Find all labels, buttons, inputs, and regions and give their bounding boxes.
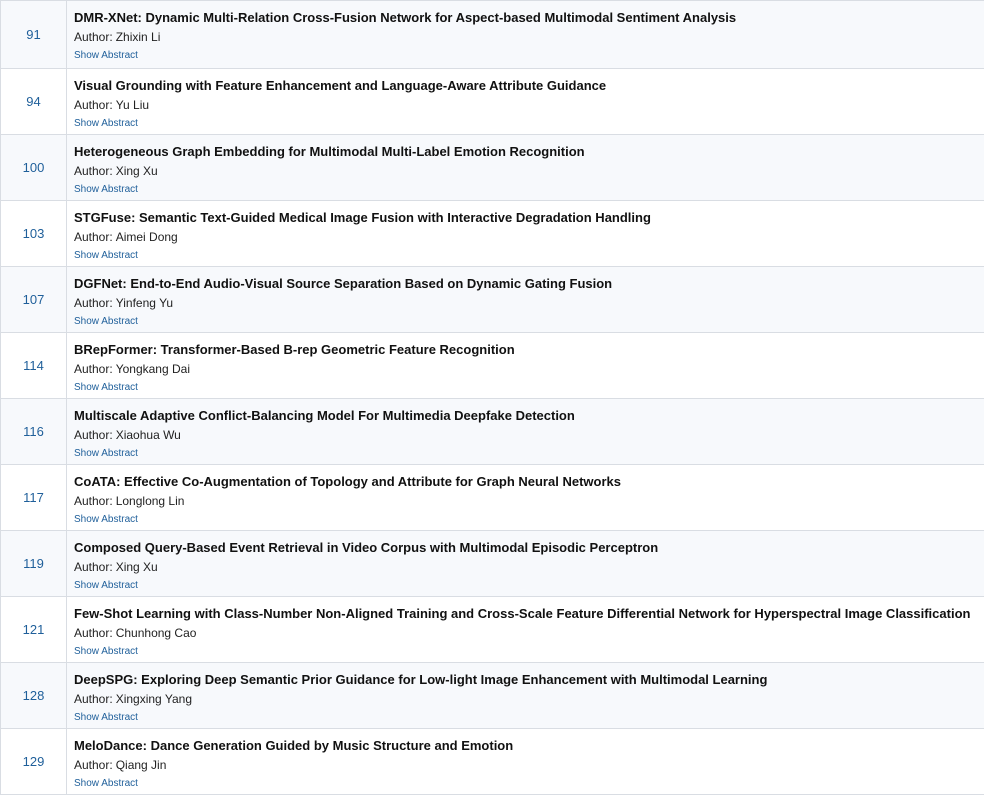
paper-title: MeloDance: Dance Generation Guided by Mu… [74, 738, 514, 753]
paper-author-line: Author: Aimei Dong [74, 229, 984, 245]
author-name: Yongkang Dai [115, 362, 190, 376]
table-row: 94 Visual Grounding with Feature Enhance… [0, 69, 984, 135]
table-row: 116 Multiscale Adaptive Conflict-Balanci… [0, 399, 984, 465]
author-name: Xiaohua Wu [115, 428, 181, 442]
paper-author-line: Author: Xing Xu [74, 163, 984, 179]
paper-id: 103 [1, 201, 67, 266]
paper-id: 117 [1, 465, 67, 530]
show-abstract-link[interactable]: Show Abstract [74, 646, 138, 658]
paper-author-line: Author: Zhixin Li [74, 29, 984, 45]
paper-details: MeloDance: Dance Generation Guided by Mu… [67, 729, 984, 794]
paper-author-line: Author: Chunhong Cao [74, 625, 984, 641]
paper-table: 91 DMR-XNet: Dynamic Multi-Relation Cros… [0, 0, 984, 795]
author-label: Author: [74, 758, 113, 772]
author-label: Author: [74, 296, 113, 310]
table-row: 129 MeloDance: Dance Generation Guided b… [0, 729, 984, 795]
show-abstract-link[interactable]: Show Abstract [74, 250, 138, 262]
table-row: 107 DGFNet: End-to-End Audio-Visual Sour… [0, 267, 984, 333]
table-row: 91 DMR-XNet: Dynamic Multi-Relation Cros… [0, 1, 984, 69]
show-abstract-link[interactable]: Show Abstract [74, 712, 138, 724]
table-row: 114 BRepFormer: Transformer-Based B-rep … [0, 333, 984, 399]
table-row: 121 Few-Shot Learning with Class-Number … [0, 597, 984, 663]
paper-details: CoATA: Effective Co-Augmentation of Topo… [67, 465, 984, 530]
paper-author-line: Author: Xiaohua Wu [74, 427, 984, 443]
author-name: Xing Xu [115, 164, 158, 178]
author-label: Author: [74, 560, 113, 574]
author-name: Yu Liu [115, 98, 150, 112]
paper-title: Few-Shot Learning with Class-Number Non-… [74, 606, 971, 621]
paper-id: 116 [1, 399, 67, 464]
author-label: Author: [74, 30, 113, 44]
paper-author-line: Author: Xingxing Yang [74, 691, 984, 707]
paper-id: 119 [1, 531, 67, 596]
show-abstract-link[interactable]: Show Abstract [74, 514, 138, 526]
show-abstract-link[interactable]: Show Abstract [74, 778, 138, 790]
author-name: Chunhong Cao [115, 626, 197, 640]
author-name: Yinfeng Yu [115, 296, 174, 310]
show-abstract-link[interactable]: Show Abstract [74, 184, 138, 196]
paper-id: 94 [1, 69, 67, 134]
table-row: 103 STGFuse: Semantic Text-Guided Medica… [0, 201, 984, 267]
author-name: Qiang Jin [115, 758, 167, 772]
show-abstract-link[interactable]: Show Abstract [74, 580, 138, 592]
paper-details: DMR-XNet: Dynamic Multi-Relation Cross-F… [67, 1, 984, 68]
paper-details: Few-Shot Learning with Class-Number Non-… [67, 597, 984, 662]
table-row: 128 DeepSPG: Exploring Deep Semantic Pri… [0, 663, 984, 729]
paper-id: 100 [1, 135, 67, 200]
author-name: Longlong Lin [115, 494, 185, 508]
paper-title: BRepFormer: Transformer-Based B-rep Geom… [74, 342, 515, 357]
paper-details: DGFNet: End-to-End Audio-Visual Source S… [67, 267, 984, 332]
show-abstract-link[interactable]: Show Abstract [74, 118, 138, 130]
paper-title: Heterogeneous Graph Embedding for Multim… [74, 144, 585, 159]
show-abstract-link[interactable]: Show Abstract [74, 448, 138, 460]
paper-author-line: Author: Yu Liu [74, 97, 984, 113]
author-label: Author: [74, 98, 113, 112]
table-row: 117 CoATA: Effective Co-Augmentation of … [0, 465, 984, 531]
paper-author-line: Author: Xing Xu [74, 559, 984, 575]
author-label: Author: [74, 428, 113, 442]
paper-details: Composed Query-Based Event Retrieval in … [67, 531, 984, 596]
author-label: Author: [74, 494, 113, 508]
paper-details: Multiscale Adaptive Conflict-Balancing M… [67, 399, 984, 464]
paper-title: STGFuse: Semantic Text-Guided Medical Im… [74, 210, 651, 225]
paper-details: Visual Grounding with Feature Enhancemen… [67, 69, 984, 134]
paper-title: Multiscale Adaptive Conflict-Balancing M… [74, 408, 575, 423]
author-name: Aimei Dong [115, 230, 178, 244]
author-label: Author: [74, 164, 113, 178]
paper-title: CoATA: Effective Co-Augmentation of Topo… [74, 474, 621, 489]
author-label: Author: [74, 626, 113, 640]
paper-title: DMR-XNet: Dynamic Multi-Relation Cross-F… [74, 10, 737, 25]
table-row: 119 Composed Query-Based Event Retrieval… [0, 531, 984, 597]
paper-id: 129 [1, 729, 67, 794]
author-name: Xing Xu [115, 560, 158, 574]
paper-title: DGFNet: End-to-End Audio-Visual Source S… [74, 276, 613, 291]
author-name: Xingxing Yang [115, 692, 192, 706]
paper-details: STGFuse: Semantic Text-Guided Medical Im… [67, 201, 984, 266]
author-label: Author: [74, 692, 113, 706]
paper-author-line: Author: Yongkang Dai [74, 361, 984, 377]
paper-details: Heterogeneous Graph Embedding for Multim… [67, 135, 984, 200]
author-name: Zhixin Li [115, 30, 161, 44]
show-abstract-link[interactable]: Show Abstract [74, 50, 138, 62]
author-label: Author: [74, 230, 113, 244]
show-abstract-link[interactable]: Show Abstract [74, 316, 138, 328]
paper-author-line: Author: Yinfeng Yu [74, 295, 984, 311]
show-abstract-link[interactable]: Show Abstract [74, 382, 138, 394]
table-row: 100 Heterogeneous Graph Embedding for Mu… [0, 135, 984, 201]
paper-id: 114 [1, 333, 67, 398]
paper-id: 121 [1, 597, 67, 662]
paper-title: Visual Grounding with Feature Enhancemen… [74, 78, 607, 93]
paper-details: BRepFormer: Transformer-Based B-rep Geom… [67, 333, 984, 398]
paper-author-line: Author: Longlong Lin [74, 493, 984, 509]
paper-id: 91 [1, 1, 67, 68]
paper-id: 107 [1, 267, 67, 332]
paper-id: 128 [1, 663, 67, 728]
author-label: Author: [74, 362, 113, 376]
paper-details: DeepSPG: Exploring Deep Semantic Prior G… [67, 663, 984, 728]
paper-title: Composed Query-Based Event Retrieval in … [74, 540, 659, 555]
paper-author-line: Author: Qiang Jin [74, 757, 984, 773]
paper-title: DeepSPG: Exploring Deep Semantic Prior G… [74, 672, 768, 687]
